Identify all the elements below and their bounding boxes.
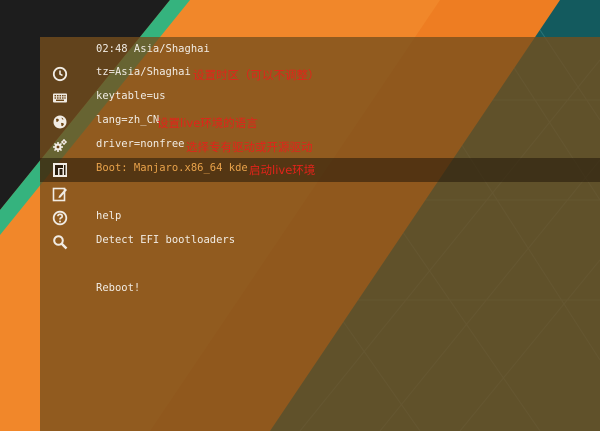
menu-item-label: help [96,210,122,222]
menu-item-timezone[interactable]: tz=Asia/Shaghai [40,62,600,86]
menu-item-label: Boot: Manjaro.x86_64 kde [96,162,248,174]
menu-item-label: Detect EFI bootloaders [96,234,236,246]
menu-item-keytable[interactable]: keytable=us [40,86,600,110]
search-icon [53,235,68,250]
globe-icon [53,115,67,129]
clock-icon [52,66,68,82]
menu-item-help[interactable]: help [40,206,600,230]
menu-item-label: driver=nonfree [96,138,185,150]
boot-menu-panel: 02:48 Asia/Shaghai tz=Asia/Shaghai keyta… [40,37,600,431]
gears-icon [53,139,67,152]
menu-item-boot-manjaro[interactable]: Boot: Manjaro.x86_64 kde [40,158,600,182]
menu-item-label: tz=Asia/Shaghai [96,66,191,78]
menu-item-lang[interactable]: lang=zh_CN [40,110,600,134]
annotation-language: 设置live环境的语言 [157,116,258,130]
time-display: 02:48 Asia/Shaghai [96,43,210,55]
menu-item-label: Reboot! [96,282,141,294]
manjaro-logo-icon [53,163,67,177]
menu-item-label: keytable=us [96,90,166,102]
annotation-boot: 启动live环境 [249,163,316,177]
menu-item-driver[interactable]: driver=nonfree [40,134,600,158]
menu-item-reboot[interactable]: Reboot! [40,278,600,302]
menu-item-label: lang=zh_CN [96,114,160,126]
annotation-timezone: 设置时区（可以不调整） [193,68,320,82]
clock-row: 02:48 Asia/Shaghai [40,39,600,63]
edit-icon [52,187,67,202]
keyboard-icon [53,93,67,103]
menu-item-detect-efi[interactable]: Detect EFI bootloaders [40,230,600,254]
annotation-driver: 选择专有驱动或开源驱动 [186,140,313,154]
help-icon [52,210,68,226]
menu-item-edit[interactable] [40,182,600,206]
